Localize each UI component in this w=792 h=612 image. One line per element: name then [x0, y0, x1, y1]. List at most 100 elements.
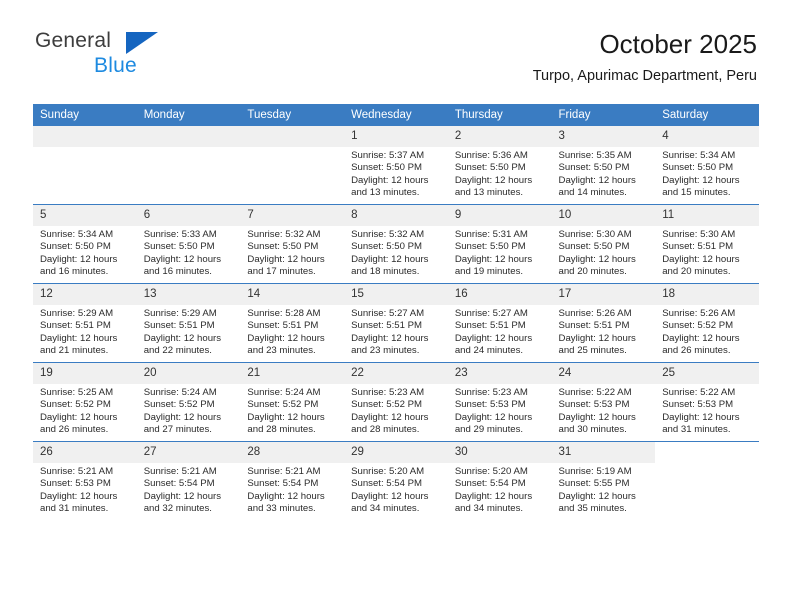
- calendar-day-cell[interactable]: 10 Sunrise: 5:30 AM Sunset: 5:50 PM Dayligh…: [551, 204, 656, 284]
- calendar-day-cell[interactable]: 18 Sunrise: 5:26 AM Sunset: 5:52 PM Dayligh…: [655, 283, 759, 363]
- calendar-day-cell[interactable]: 24 Sunrise: 5:22 AM Sunset: 5:53 PM Dayligh…: [551, 362, 656, 442]
- calendar-day-cell[interactable]: 23 Sunrise: 5:23 AM Sunset: 5:53 PM Dayligh…: [447, 362, 552, 442]
- logo-text-blue: Blue: [94, 54, 137, 77]
- calendar-day-cell[interactable]: [33, 126, 137, 205]
- sunrise-text: Sunrise: 5:26 AM: [558, 308, 632, 319]
- sun-info: Sunrise: 5:19 AM Sunset: 5:55 PM Daylight:…: [552, 463, 656, 516]
- sunset-text: Sunset: 5:50 PM: [662, 162, 734, 174]
- sunrise-text: Sunrise: 5:28 AM: [247, 308, 321, 319]
- sunset-text: Sunset: 5:52 PM: [662, 320, 734, 332]
- sunrise-text: Sunrise: 5:36 AM: [454, 150, 528, 161]
- calendar-day-cell[interactable]: 13 Sunrise: 5:29 AM Sunset: 5:51 PM Dayligh…: [136, 283, 241, 363]
- calendar-day-cell[interactable]: 19 Sunrise: 5:25 AM Sunset: 5:52 PM Dayligh…: [33, 362, 137, 442]
- calendar-day-cell[interactable]: 5 Sunrise: 5:34 AM Sunset: 5:50 PM Daylight…: [33, 204, 137, 284]
- calendar-day-cell[interactable]: 22 Sunrise: 5:23 AM Sunset: 5:52 PM Dayligh…: [344, 362, 448, 442]
- calendar-day-cell[interactable]: 12 Sunrise: 5:29 AM Sunset: 5:51 PM Dayligh…: [33, 283, 137, 363]
- sun-info: Sunrise: 5:21 AM Sunset: 5:54 PM Daylight:…: [240, 463, 344, 516]
- sun-info: Sunrise: 5:37 AM Sunset: 5:50 PM Daylight:…: [344, 147, 448, 200]
- sunset-text: Sunset: 5:54 PM: [247, 478, 319, 490]
- sunset-text: Sunset: 5:53 PM: [40, 478, 111, 490]
- daylight-text-line1: Daylight: 12 hours: [247, 332, 325, 344]
- calendar-day-cell[interactable]: 8 Sunrise: 5:32 AM Sunset: 5:50 PM Daylight…: [344, 204, 448, 284]
- sunset-text: Sunset: 5:50 PM: [247, 241, 319, 253]
- daylight-text-line1: Daylight: 12 hours: [247, 411, 325, 423]
- daylight-text-line1: Daylight: 12 hours: [558, 411, 636, 423]
- daylight-text-line2: and 31 minutes.: [40, 503, 109, 515]
- day-number: 8: [344, 205, 448, 226]
- daylight-text-line1: Daylight: 12 hours: [662, 253, 740, 265]
- daylight-text-line1: Daylight: 12 hours: [40, 332, 118, 344]
- sun-info: Sunrise: 5:26 AM Sunset: 5:51 PM Daylight:…: [552, 305, 656, 358]
- calendar-day-cell[interactable]: 6 Sunrise: 5:33 AM Sunset: 5:50 PM Daylight…: [136, 204, 241, 284]
- weekday-header-row: Sunday Monday Tuesday Wednesday Thursday…: [33, 104, 759, 126]
- calendar-week-row: 19 Sunrise: 5:25 AM Sunset: 5:52 PM Dayligh…: [33, 362, 759, 442]
- sunrise-text: Sunrise: 5:29 AM: [143, 308, 217, 319]
- daylight-text-line1: Daylight: 12 hours: [454, 411, 533, 423]
- sunset-text: Sunset: 5:52 PM: [351, 399, 423, 411]
- sunset-text: Sunset: 5:50 PM: [454, 241, 526, 253]
- sunrise-text: Sunrise: 5:20 AM: [454, 466, 528, 477]
- daylight-text-line1: Daylight: 12 hours: [40, 253, 118, 265]
- calendar-week-row: 5 Sunrise: 5:34 AM Sunset: 5:50 PM Daylight…: [33, 204, 759, 284]
- day-number: 31: [551, 442, 656, 463]
- calendar-week-row: 12 Sunrise: 5:29 AM Sunset: 5:51 PM Dayligh…: [33, 283, 759, 363]
- sunrise-text: Sunrise: 5:23 AM: [351, 387, 425, 398]
- sun-info: Sunrise: 5:28 AM Sunset: 5:51 PM Daylight:…: [240, 305, 344, 358]
- sun-info: Sunrise: 5:23 AM Sunset: 5:53 PM Daylight:…: [448, 384, 552, 437]
- calendar-day-cell[interactable]: [655, 441, 759, 520]
- sunset-text: Sunset: 5:52 PM: [40, 399, 111, 411]
- daylight-text-line1: Daylight: 12 hours: [143, 490, 222, 502]
- daylight-text-line1: Daylight: 12 hours: [454, 253, 533, 265]
- calendar-day-cell[interactable]: 15 Sunrise: 5:27 AM Sunset: 5:51 PM Dayligh…: [344, 283, 448, 363]
- calendar-day-cell[interactable]: 9 Sunrise: 5:31 AM Sunset: 5:50 PM Daylight…: [447, 204, 552, 284]
- day-number: [240, 126, 345, 147]
- sun-info: Sunrise: 5:27 AM Sunset: 5:51 PM Daylight:…: [344, 305, 448, 358]
- calendar-day-cell[interactable]: 7 Sunrise: 5:32 AM Sunset: 5:50 PM Daylight…: [240, 204, 345, 284]
- sun-info: Sunrise: 5:23 AM Sunset: 5:52 PM Daylight:…: [344, 384, 448, 437]
- day-number: 23: [447, 363, 552, 384]
- calendar-day-cell[interactable]: 31 Sunrise: 5:19 AM Sunset: 5:55 PM Dayligh…: [551, 441, 656, 520]
- daylight-text-line1: Daylight: 12 hours: [143, 253, 222, 265]
- calendar-day-cell[interactable]: 14 Sunrise: 5:28 AM Sunset: 5:51 PM Dayligh…: [240, 283, 345, 363]
- calendar-day-cell[interactable]: 29 Sunrise: 5:20 AM Sunset: 5:54 PM Dayligh…: [344, 441, 448, 520]
- calendar-day-cell[interactable]: 26 Sunrise: 5:21 AM Sunset: 5:53 PM Dayligh…: [33, 441, 137, 520]
- weekday-header-sunday: Sunday: [33, 104, 137, 126]
- daylight-text-line2: and 25 minutes.: [558, 345, 627, 357]
- calendar-day-cell[interactable]: 21 Sunrise: 5:24 AM Sunset: 5:52 PM Dayligh…: [240, 362, 345, 442]
- daylight-text-line2: and 16 minutes.: [40, 266, 109, 278]
- sunset-text: Sunset: 5:53 PM: [558, 399, 630, 411]
- calendar-day-cell[interactable]: 11 Sunrise: 5:30 AM Sunset: 5:51 PM Dayligh…: [655, 204, 759, 284]
- sun-info: Sunrise: 5:20 AM Sunset: 5:54 PM Daylight:…: [448, 463, 552, 516]
- calendar-day-cell[interactable]: [136, 126, 241, 205]
- calendar-day-cell[interactable]: 2 Sunrise: 5:36 AM Sunset: 5:50 PM Daylight…: [447, 126, 552, 205]
- sun-info: Sunrise: 5:21 AM Sunset: 5:54 PM Daylight:…: [137, 463, 241, 516]
- daylight-text-line1: Daylight: 12 hours: [143, 332, 222, 344]
- calendar-day-cell[interactable]: 20 Sunrise: 5:24 AM Sunset: 5:52 PM Dayligh…: [136, 362, 241, 442]
- sunset-text: Sunset: 5:51 PM: [558, 320, 630, 332]
- calendar-day-cell[interactable]: 17 Sunrise: 5:26 AM Sunset: 5:51 PM Dayligh…: [551, 283, 656, 363]
- sun-info: Sunrise: 5:20 AM Sunset: 5:54 PM Daylight:…: [344, 463, 448, 516]
- daylight-text-line2: and 16 minutes.: [143, 266, 212, 278]
- sunset-text: Sunset: 5:50 PM: [351, 162, 423, 174]
- calendar-day-cell[interactable]: 16 Sunrise: 5:27 AM Sunset: 5:51 PM Dayligh…: [447, 283, 552, 363]
- daylight-text-line2: and 27 minutes.: [143, 424, 212, 436]
- sun-info: Sunrise: 5:26 AM Sunset: 5:52 PM Daylight:…: [655, 305, 759, 358]
- sunrise-text: Sunrise: 5:32 AM: [247, 229, 321, 240]
- sunrise-text: Sunrise: 5:29 AM: [40, 308, 114, 319]
- calendar-day-cell[interactable]: 27 Sunrise: 5:21 AM Sunset: 5:54 PM Dayligh…: [136, 441, 241, 520]
- calendar-day-cell[interactable]: 30 Sunrise: 5:20 AM Sunset: 5:54 PM Dayligh…: [447, 441, 552, 520]
- calendar-day-cell[interactable]: 25 Sunrise: 5:22 AM Sunset: 5:53 PM Dayligh…: [655, 362, 759, 442]
- sun-info: Sunrise: 5:35 AM Sunset: 5:50 PM Daylight:…: [552, 147, 656, 200]
- daylight-text-line2: and 15 minutes.: [662, 187, 731, 199]
- calendar-day-cell[interactable]: 4 Sunrise: 5:34 AM Sunset: 5:50 PM Daylight…: [655, 126, 759, 205]
- weekday-header-monday: Monday: [136, 104, 241, 126]
- weekday-header-saturday: Saturday: [655, 104, 759, 126]
- day-number: 25: [655, 363, 759, 384]
- calendar-day-cell[interactable]: 28 Sunrise: 5:21 AM Sunset: 5:54 PM Dayligh…: [240, 441, 345, 520]
- sunset-text: Sunset: 5:50 PM: [143, 241, 215, 253]
- calendar-day-cell[interactable]: 1 Sunrise: 5:37 AM Sunset: 5:50 PM Daylight…: [344, 126, 448, 205]
- calendar-day-cell[interactable]: 3 Sunrise: 5:35 AM Sunset: 5:50 PM Daylight…: [551, 126, 656, 205]
- sun-info: Sunrise: 5:24 AM Sunset: 5:52 PM Daylight:…: [137, 384, 241, 437]
- calendar-day-cell[interactable]: [240, 126, 345, 205]
- sunset-text: Sunset: 5:51 PM: [247, 320, 319, 332]
